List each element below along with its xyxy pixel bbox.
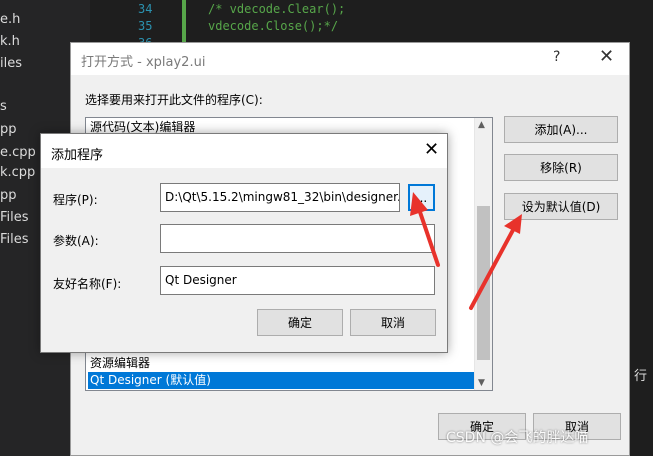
open-with-title: 打开方式 - xplay2.ui [81,55,206,70]
program-list-label: 选择要用来打开此文件的程序(C): [85,93,263,107]
file-item[interactable]: iles [0,56,22,71]
code-line: vdecode.Close();*/ [208,19,339,33]
args-field[interactable] [160,224,435,253]
cancel-button[interactable]: 取消 [350,309,436,336]
change-indicator [182,0,186,42]
program-label: 程序(P): [53,193,98,207]
open-with-titlebar: 打开方式 - xplay2.ui ? ✕ [71,43,629,75]
file-item[interactable]: pp [0,122,17,137]
scroll-thumb[interactable] [477,206,490,360]
ide-right-text: 行 [634,369,648,384]
remove-button[interactable]: 移除(R) [504,154,618,181]
program-path-field[interactable]: D:\Qt\5.15.2\mingw81_32\bin\designer.exe [160,183,400,212]
file-item[interactable]: s [0,99,7,114]
list-item-selected[interactable]: Qt Designer (默认值) [88,372,474,389]
add-program-titlebar: 添加程序 ✕ [41,134,447,168]
list-scrollbar[interactable]: ▲ ▼ [474,118,492,390]
add-button[interactable]: 添加(A)... [504,116,618,143]
help-icon[interactable]: ? [553,49,560,65]
line-number: 34 [138,2,153,16]
list-item[interactable]: 资源编辑器 [88,355,474,372]
file-item[interactable]: Files [0,232,29,247]
code-line: /* vdecode.Clear(); [208,2,346,16]
browse-button[interactable]: ... [408,184,435,211]
scroll-down-icon[interactable]: ▼ [478,378,485,388]
scroll-up-icon[interactable]: ▲ [478,120,485,130]
file-item[interactable]: Files [0,210,29,225]
file-item[interactable]: pp [0,188,17,203]
line-number: 35 [138,19,153,33]
file-item[interactable]: k.h [0,34,20,49]
add-program-dialog: 添加程序 ✕ 程序(P): D:\Qt\5.15.2\mingw81_32\bi… [40,133,448,353]
friendly-name-field[interactable]: Qt Designer [160,266,435,295]
close-icon[interactable]: ✕ [424,139,439,160]
file-item[interactable]: e.cpp [0,145,36,160]
file-item[interactable]: k.cpp [0,165,35,180]
args-label: 参数(A): [53,234,99,248]
file-item[interactable]: e.h [0,12,20,27]
add-program-title: 添加程序 [51,148,104,163]
close-icon[interactable]: ✕ [599,46,614,67]
watermark: CSDN @会飞的胖达喵 [446,430,589,446]
set-default-button[interactable]: 设为默认值(D) [504,193,618,220]
friendly-name-label: 友好名称(F): [53,277,122,291]
ok-button[interactable]: 确定 [257,309,343,336]
